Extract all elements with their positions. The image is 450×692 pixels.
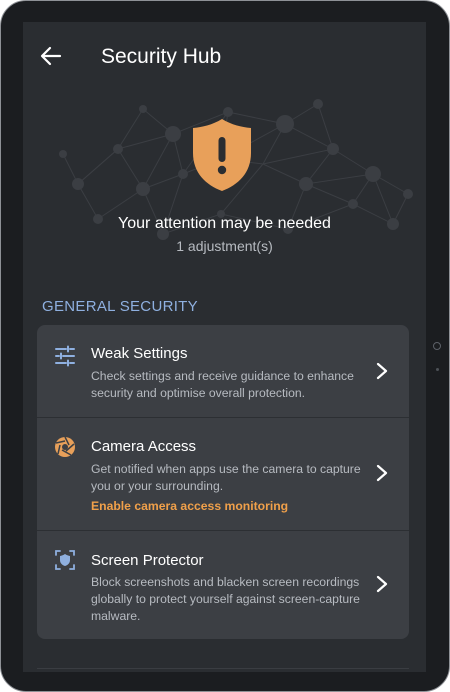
back-button[interactable] bbox=[36, 41, 66, 71]
camera-access-title: Camera Access bbox=[91, 438, 197, 455]
shield-alert-icon bbox=[193, 119, 251, 191]
device-camera bbox=[433, 342, 441, 350]
camera-access-item[interactable]: Camera Access Get notified when apps use… bbox=[37, 417, 409, 531]
app-screen: Security Hub Your attention may be neede… bbox=[23, 22, 426, 672]
sliders-icon bbox=[55, 345, 75, 367]
security-options-card: Weak Settings Check settings and receive… bbox=[37, 325, 409, 639]
section-heading: GENERAL SECURITY bbox=[42, 298, 198, 315]
chevron-right-icon bbox=[376, 575, 388, 593]
weak-settings-description: Check settings and receive guidance to e… bbox=[91, 369, 354, 400]
top-app-bar: Security Hub bbox=[23, 22, 426, 92]
status-title: Your attention may be needed bbox=[118, 215, 331, 232]
camera-access-description: Get notified when apps use the camera to… bbox=[91, 462, 361, 493]
screen-protector-description: Block screenshots and blacken screen rec… bbox=[91, 575, 360, 623]
divider bbox=[37, 668, 409, 669]
weak-settings-item[interactable]: Weak Settings Check settings and receive… bbox=[37, 325, 409, 417]
arrow-left-icon bbox=[40, 46, 62, 66]
weak-settings-title: Weak Settings bbox=[91, 345, 188, 362]
page-title: Security Hub bbox=[101, 45, 222, 68]
screen-protector-item[interactable]: Screen Protector Block screenshots and b… bbox=[37, 530, 409, 639]
camera-aperture-icon bbox=[55, 436, 75, 457]
screen-protect-icon bbox=[55, 550, 75, 570]
screen-protector-title: Screen Protector bbox=[91, 552, 204, 569]
tablet-frame: Security Hub Your attention may be neede… bbox=[0, 0, 450, 692]
chevron-right-icon bbox=[376, 464, 388, 482]
device-sensor bbox=[436, 368, 439, 371]
chevron-right-icon bbox=[376, 362, 388, 380]
status-subtitle: 1 adjustment(s) bbox=[176, 238, 273, 254]
enable-camera-monitoring-link[interactable]: Enable camera access monitoring bbox=[91, 499, 288, 513]
